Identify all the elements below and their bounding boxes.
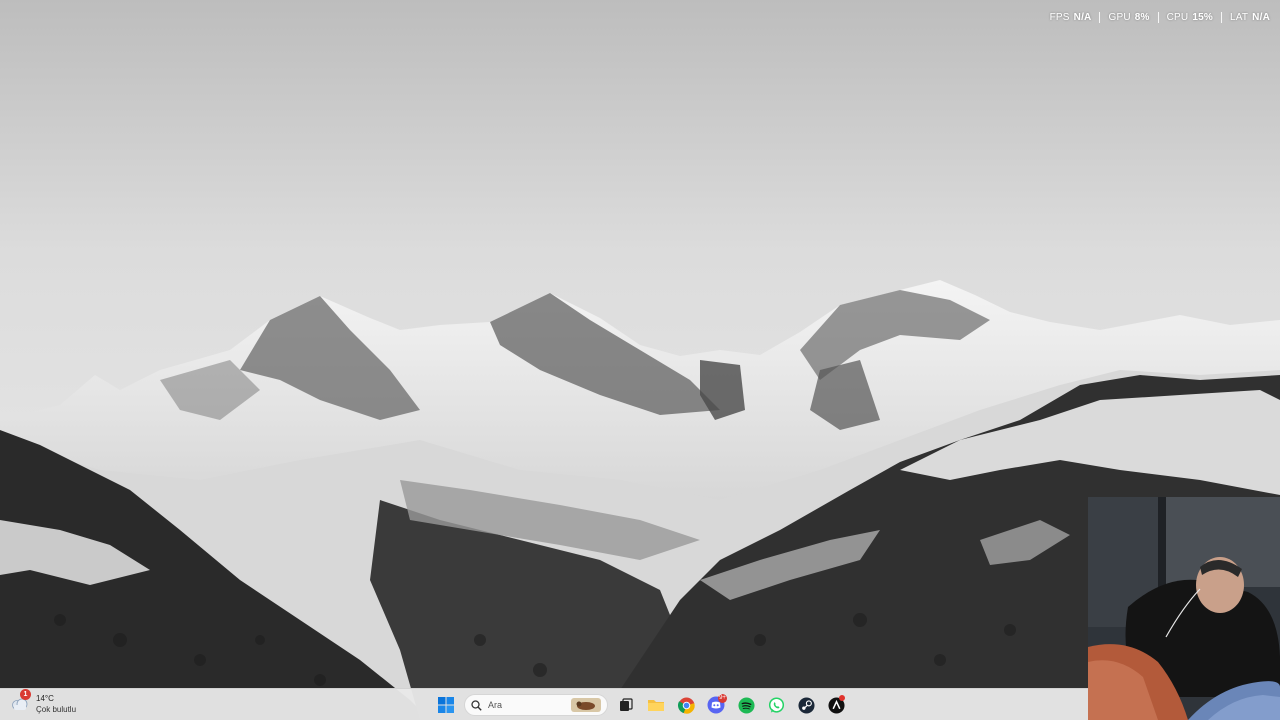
- cloud-icon: 1: [10, 689, 31, 714]
- desktop: FPS N/A GPU 8% CPU 15% LAT N/A 1 14°C Ço…: [0, 0, 1280, 720]
- discord-notification-badge: 9+: [718, 694, 727, 703]
- weather-notification-badge: 1: [20, 689, 31, 700]
- weather-text: 14°C Çok bulutlu: [36, 693, 76, 715]
- latency-metric: LAT N/A: [1220, 12, 1270, 23]
- chrome-button[interactable]: [674, 693, 698, 717]
- performance-overlay: FPS N/A GPU 8% CPU 15% LAT N/A: [1042, 12, 1270, 23]
- webcam-feed: [1088, 497, 1280, 720]
- other-app-button[interactable]: [824, 693, 848, 717]
- fps-label: FPS: [1049, 12, 1070, 23]
- steam-icon: [797, 696, 815, 714]
- spotify-icon: [737, 696, 755, 714]
- cpu-label: CPU: [1166, 12, 1189, 23]
- weather-description: Çok bulutlu: [36, 705, 77, 714]
- search-highlight-image: [571, 698, 601, 712]
- file-explorer-button[interactable]: [644, 693, 668, 717]
- task-view-icon: [620, 698, 633, 711]
- chrome-icon: [677, 696, 695, 714]
- spotify-button[interactable]: [734, 693, 758, 717]
- taskbar: 1 14°C Çok bulutlu Ara 9+: [0, 688, 1088, 720]
- latency-label: LAT: [1229, 12, 1249, 23]
- cpu-metric: CPU 15%: [1157, 12, 1221, 23]
- steam-button[interactable]: [794, 693, 818, 717]
- search-icon: [471, 699, 482, 711]
- whatsapp-icon: [768, 696, 784, 713]
- taskbar-center: Ara 9+: [434, 692, 848, 718]
- other-app-notification-dot: [839, 695, 845, 701]
- cpu-value: 15%: [1192, 12, 1213, 23]
- gpu-value: 8%: [1134, 12, 1150, 23]
- fps-metric: FPS N/A: [1042, 12, 1100, 23]
- start-button[interactable]: [434, 693, 458, 717]
- weather-widget[interactable]: 1 14°C Çok bulutlu: [10, 689, 76, 715]
- weather-temperature: 14°C: [36, 694, 54, 703]
- windows-start-icon: [438, 697, 454, 713]
- folder-icon: [648, 700, 664, 711]
- fps-value: N/A: [1073, 12, 1092, 23]
- search-placeholder: Ara: [488, 700, 503, 710]
- search-box[interactable]: Ara: [464, 694, 608, 716]
- latency-value: N/A: [1252, 12, 1270, 23]
- gpu-metric: GPU 8%: [1099, 12, 1157, 23]
- gpu-label: GPU: [1108, 12, 1131, 23]
- whatsapp-button[interactable]: [764, 693, 788, 717]
- webcam-overlay: [1088, 497, 1280, 720]
- task-view-button[interactable]: [614, 693, 638, 717]
- discord-button[interactable]: 9+: [704, 693, 728, 717]
